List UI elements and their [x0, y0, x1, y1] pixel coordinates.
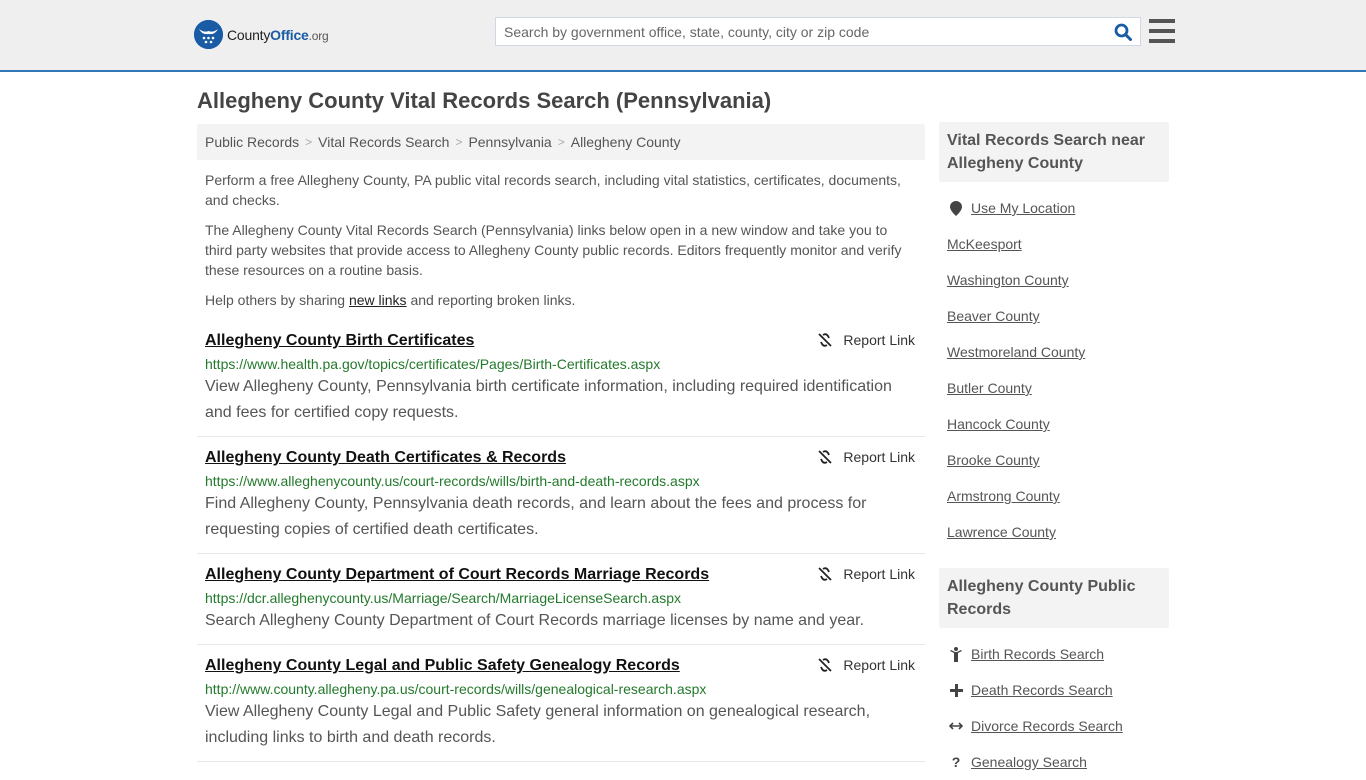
result-title-link[interactable]: Allegheny County Death Certificates & Re…: [205, 447, 566, 469]
nearby-item: Butler County: [947, 370, 1161, 406]
report-link-button[interactable]: Report Link: [817, 566, 915, 582]
nearby-item: Beaver County: [947, 298, 1161, 334]
search-icon: [1114, 23, 1132, 41]
logo-text: CountyOffice.org: [227, 26, 329, 43]
result-description: Find Allegheny County, Pennsylvania deat…: [205, 495, 867, 538]
nearby-link-armstrong-county[interactable]: Armstrong County: [947, 488, 1060, 504]
breadcrumb-allegheny-county[interactable]: Allegheny County: [571, 134, 681, 150]
eagle-logo-icon: [194, 20, 223, 49]
breadcrumb-separator: >: [557, 135, 565, 149]
result-title-link[interactable]: Allegheny County Birth Certificates: [205, 330, 474, 352]
child-icon: [947, 646, 965, 662]
result-item: Allegheny County Death Certificates & Re…: [197, 447, 925, 554]
result-item: Allegheny County Legal and Public Safety…: [197, 655, 925, 762]
search-input[interactable]: [496, 18, 1106, 45]
new-links-link[interactable]: new links: [349, 292, 407, 308]
result-item: Allegheny County Department of Court Rec…: [197, 564, 925, 645]
result-url: https://dcr.alleghenycounty.us/Marriage/…: [205, 590, 681, 606]
nearby-item: Hancock County: [947, 406, 1161, 442]
nearby-heading: Vital Records Search near Allegheny Coun…: [939, 122, 1169, 182]
intro-paragraph: The Allegheny County Vital Records Searc…: [205, 222, 902, 278]
result-item: Allegheny County Birth Certificates Repo…: [197, 330, 925, 437]
result-description: View Allegheny County Legal and Public S…: [205, 703, 871, 746]
report-link-button[interactable]: Report Link: [817, 332, 915, 348]
public-records-list: Birth Records Search Death Records Searc…: [939, 628, 1169, 780]
nearby-link-washington-county[interactable]: Washington County: [947, 272, 1069, 288]
nearby-item: Westmoreland County: [947, 334, 1161, 370]
top-navigation-bar: CountyOffice.org: [0, 0, 1366, 72]
intro-text: Perform a free Allegheny County, PA publ…: [197, 170, 925, 310]
report-link-button[interactable]: Report Link: [817, 449, 915, 465]
nearby-item: Washington County: [947, 262, 1161, 298]
public-records-item: Death Records Search: [947, 672, 1161, 708]
nearby-link-beaver-county[interactable]: Beaver County: [947, 308, 1040, 324]
breadcrumb: Public Records > Vital Records Search > …: [197, 124, 925, 160]
cross-icon: [947, 683, 965, 697]
share-paragraph: Help others by sharing new links and rep…: [205, 292, 576, 308]
result-title-link[interactable]: Allegheny County Legal and Public Safety…: [205, 655, 680, 677]
breadcrumb-separator: >: [305, 135, 313, 149]
nearby-link-brooke-county[interactable]: Brooke County: [947, 452, 1040, 468]
public-records-item: ? Genealogy Search: [947, 744, 1161, 780]
result-description: Search Allegheny County Department of Co…: [205, 612, 865, 629]
main-content: Public Records > Vital Records Search > …: [197, 124, 925, 772]
breadcrumb-separator: >: [455, 135, 463, 149]
nearby-list: Use My Location McKeesport Washington Co…: [939, 182, 1169, 550]
public-records-item: Birth Records Search: [947, 636, 1161, 672]
result-url: http://www.county.allegheny.pa.us/court-…: [205, 681, 707, 697]
results-list: Allegheny County Birth Certificates Repo…: [197, 330, 925, 762]
divorce-records-search-link[interactable]: Divorce Records Search: [971, 718, 1123, 734]
nearby-link-butler-county[interactable]: Butler County: [947, 380, 1032, 396]
broken-link-icon: [818, 658, 833, 672]
broken-link-icon: [818, 567, 833, 581]
public-records-heading: Allegheny County Public Records: [939, 568, 1169, 628]
page-title: Allegheny County Vital Records Search (P…: [197, 88, 772, 113]
breadcrumb-vital-records-search[interactable]: Vital Records Search: [318, 134, 449, 150]
site-logo[interactable]: CountyOffice.org: [194, 20, 329, 49]
map-marker-icon: [947, 200, 965, 216]
use-my-location-link[interactable]: Use My Location: [971, 200, 1075, 216]
search-bar: [495, 17, 1141, 46]
use-location-item: Use My Location: [947, 190, 1161, 226]
breadcrumb-pennsylvania[interactable]: Pennsylvania: [468, 134, 551, 150]
nearby-link-westmoreland-county[interactable]: Westmoreland County: [947, 344, 1085, 360]
breadcrumb-public-records[interactable]: Public Records: [205, 134, 299, 150]
death-records-search-link[interactable]: Death Records Search: [971, 682, 1113, 698]
birth-records-search-link[interactable]: Birth Records Search: [971, 646, 1104, 662]
nearby-link-lawrence-county[interactable]: Lawrence County: [947, 524, 1056, 540]
search-button[interactable]: [1106, 18, 1140, 45]
broken-link-icon: [818, 450, 833, 464]
hamburger-menu-icon[interactable]: [1149, 19, 1175, 43]
sidebar: Vital Records Search near Allegheny Coun…: [939, 122, 1169, 780]
nearby-item: Armstrong County: [947, 478, 1161, 514]
nearby-link-hancock-county[interactable]: Hancock County: [947, 416, 1050, 432]
public-records-item: Divorce Records Search: [947, 708, 1161, 744]
intro-paragraph: Perform a free Allegheny County, PA publ…: [205, 172, 901, 208]
report-link-button[interactable]: Report Link: [817, 657, 915, 673]
nearby-item: Brooke County: [947, 442, 1161, 478]
result-url: https://www.health.pa.gov/topics/certifi…: [205, 356, 661, 372]
result-description: View Allegheny County, Pennsylvania birt…: [205, 378, 892, 421]
arrows-horizontal-icon: [947, 721, 965, 731]
nearby-item: Lawrence County: [947, 514, 1161, 550]
broken-link-icon: [818, 333, 833, 347]
nearby-item: McKeesport: [947, 226, 1161, 262]
result-url: https://www.alleghenycounty.us/court-rec…: [205, 473, 700, 489]
result-title-link[interactable]: Allegheny County Department of Court Rec…: [205, 564, 709, 586]
nearby-link-mckeesport[interactable]: McKeesport: [947, 236, 1022, 252]
